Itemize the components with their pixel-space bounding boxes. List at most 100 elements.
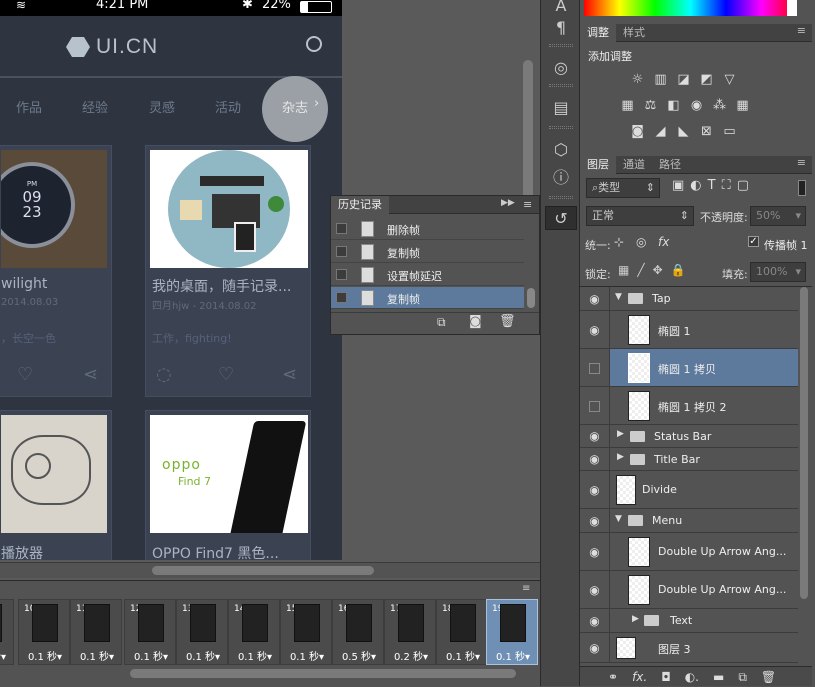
frame-delay[interactable]: 0.5 秒▾ [333, 648, 385, 663]
timeline-frame[interactable]: 14 0.1 秒▾ [228, 599, 280, 665]
tab-paths[interactable]: 路径 [652, 156, 688, 174]
frame-delay[interactable]: 0.1 秒▾ [437, 648, 489, 663]
threshold-icon[interactable]: ◣ [674, 124, 693, 140]
channel-mixer-icon[interactable]: ⁂ [710, 98, 729, 114]
frame-delay[interactable]: 0.1 秒▾ [125, 648, 177, 663]
panel-menu-icon[interactable]: ≡ [797, 156, 806, 169]
layer-row[interactable]: ◉ 椭圆 1 [580, 311, 798, 349]
vibrance-icon[interactable]: ▽ [720, 72, 739, 88]
lock-all-icon[interactable]: 🔒 [671, 263, 686, 277]
timeline-frame-selected[interactable]: 19 0.1 秒▾ [486, 599, 538, 665]
frame-delay[interactable]: 0.1 秒▾ [19, 648, 71, 663]
eye-icon[interactable]: ◉ [580, 425, 610, 447]
tab-history[interactable]: 历史记录 [331, 196, 389, 214]
frame-delay[interactable]: 0.2 秒▾ [385, 648, 437, 663]
lock-move-icon[interactable]: ✥ [653, 263, 663, 277]
paragraph-icon[interactable]: ¶ [545, 16, 577, 40]
tab-styles[interactable]: 样式 [616, 24, 652, 42]
history-item[interactable]: 设置帧延迟 [331, 264, 524, 286]
timeline-frame[interactable]: 17 0.2 秒▾ [384, 599, 436, 665]
blend-mode-select[interactable]: 正常 ⇕ [586, 206, 694, 226]
tab-adjustments[interactable]: 调整 [580, 24, 616, 42]
history-icon[interactable]: ↺ [545, 206, 577, 230]
new-document-icon[interactable]: ⧉ [437, 315, 446, 330]
curves-icon[interactable]: ◪ [674, 72, 693, 88]
card-player[interactable]: 播放器 [0, 410, 112, 560]
selective-color-icon[interactable]: ⊠ [697, 124, 716, 140]
eye-icon[interactable]: ◉ [580, 571, 610, 608]
frame-delay[interactable]: 0.1 秒▾ [71, 648, 123, 663]
timeline-frame[interactable]: 0.1 秒▾ [0, 599, 14, 665]
properties-icon[interactable]: ▤ [545, 96, 577, 120]
layer-row[interactable]: 椭圆 1 拷贝 2 [580, 387, 798, 425]
panel-menu-icon[interactable]: ≡ [797, 24, 806, 37]
heart-icon[interactable]: ♡ [17, 364, 33, 385]
color-lookup-icon[interactable]: ▦ [733, 98, 752, 114]
timeline-frame[interactable]: 10 0.1 秒▾ [18, 599, 70, 665]
eye-icon[interactable]: ◉ [580, 287, 610, 310]
timeline-frame[interactable]: 11 0.1 秒▾ [70, 599, 122, 665]
layer-row[interactable]: ◉ ▶ Title Bar [580, 448, 798, 471]
history-item[interactable]: 删除帧 [331, 218, 524, 240]
filter-toggle[interactable] [798, 180, 806, 196]
new-layer-icon[interactable]: ⧉ [738, 667, 747, 686]
trash-icon[interactable]: 🗑 [499, 314, 516, 329]
new-group-icon[interactable]: ▬ [713, 667, 724, 686]
timeline-frame[interactable]: 15 0.1 秒▾ [280, 599, 332, 665]
chevron-right-icon[interactable]: ▶ [632, 614, 639, 624]
timeline-frame[interactable]: 13 0.1 秒▾ [176, 599, 228, 665]
image-filter-icon[interactable]: ▣ [672, 178, 684, 193]
unify-style-icon[interactable]: fx [658, 235, 669, 249]
eye-icon[interactable]: ◉ [580, 471, 610, 508]
timeline-frame[interactable]: 16 0.5 秒▾ [332, 599, 384, 665]
eye-icon[interactable]: ◉ [580, 311, 610, 348]
adjustment-layer-icon[interactable]: ◐. [685, 667, 699, 686]
card-oppo[interactable]: oppo Find 7 OPPO Find7 黑色... [145, 410, 311, 560]
eye-icon[interactable]: ◉ [580, 533, 610, 570]
frame-delay[interactable]: 0.1 秒▾ [229, 648, 281, 663]
heart-icon[interactable]: ♡ [218, 364, 234, 385]
history-scrollbar[interactable] [527, 288, 535, 308]
info-icon[interactable]: ⓘ [545, 166, 577, 190]
unify-position-icon[interactable]: ⊹ [614, 235, 624, 249]
timeline-frame[interactable]: 18 0.1 秒▾ [436, 599, 488, 665]
chevron-down-icon[interactable]: ▼ [615, 292, 622, 302]
layer-row[interactable]: ◉ ▶ Text [580, 609, 798, 633]
history-item[interactable]: 复制帧 [331, 241, 524, 263]
frame-delay[interactable]: 0.1 秒▾ [487, 648, 539, 663]
chevron-right-icon[interactable]: ▶ [617, 429, 624, 439]
layer-row[interactable]: ◉ ▶ Status Bar [580, 425, 798, 448]
timeline-scrollbar[interactable] [130, 669, 516, 678]
snapshot-checkbox[interactable] [336, 292, 347, 303]
comment-icon[interactable]: ◌ [156, 364, 172, 385]
gradient-map-icon[interactable]: ▭ [720, 124, 739, 140]
invert-icon[interactable]: ◙ [628, 124, 647, 140]
card-desktop[interactable]: 我的桌面，随手记录... 四月hjw - 2014.08.02 工作，fight… [145, 145, 311, 397]
frame-delay[interactable]: 0.1 秒▾ [281, 648, 333, 663]
frame-delay[interactable]: 0.1 秒▾ [177, 648, 229, 663]
canvas-horizontal-scroll-track[interactable] [0, 562, 540, 578]
panel-menu-icon[interactable]: ≡ [523, 198, 532, 211]
black-white-icon[interactable]: ◧ [664, 98, 683, 114]
eye-icon[interactable]: ◉ [580, 609, 610, 632]
visibility-toggle-empty[interactable] [580, 387, 610, 424]
opacity-field[interactable]: 50% ▾ [750, 206, 806, 226]
trash-icon[interactable]: 🗑 [761, 667, 776, 686]
unify-visibility-icon[interactable]: ◎ [636, 235, 646, 249]
3d-icon[interactable]: ⬡ [545, 138, 577, 162]
eye-icon[interactable]: ◉ [580, 448, 610, 470]
levels-icon[interactable]: ▥ [651, 72, 670, 88]
timeline-frame[interactable]: 12 0.1 秒▾ [124, 599, 176, 665]
collapse-icon[interactable]: ▶▶ [501, 198, 515, 208]
propagate-checkbox[interactable]: ✓ [748, 236, 759, 247]
exposure-icon[interactable]: ◩ [697, 72, 716, 88]
card-watch[interactable]: PM 09 23 wilight 2014.08.03 ，长空一色 ♡ ⋖ [0, 145, 112, 397]
layer-row[interactable]: ◉ 图层 3 [580, 633, 798, 663]
link-icon[interactable]: ⚭ [608, 667, 618, 686]
layer-row[interactable]: ◉ ▼ Tap [580, 287, 798, 311]
eye-icon[interactable]: ◉ [580, 509, 610, 532]
share-icon[interactable]: ⋖ [282, 364, 297, 385]
lock-brush-icon[interactable]: ╱ [637, 263, 644, 277]
tab-layers[interactable]: 图层 [580, 156, 616, 174]
menu-item-magazine[interactable]: 杂志 [282, 97, 308, 116]
